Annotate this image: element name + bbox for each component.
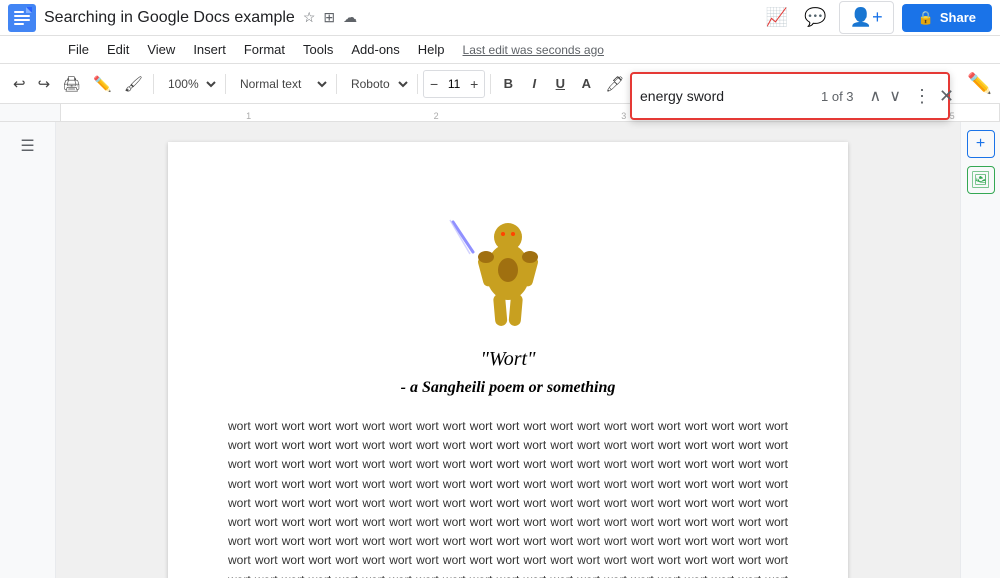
paragraph-style-select[interactable]: Normal text Heading 1 (231, 70, 331, 98)
share-button[interactable]: 🔒 Share (902, 4, 992, 32)
content-area: ☰ (0, 122, 1000, 578)
document-wrapper[interactable]: "Wort" - a Sangheili poem or something w… (56, 122, 960, 578)
toolbar-divider-3 (336, 74, 337, 94)
menu-tools[interactable]: Tools (295, 40, 341, 59)
toolbar: ↩ ↪ 🖨 ✏️ 🖌 100% 75% 150% Normal text Hea… (0, 64, 1000, 104)
decrease-font-size-button[interactable]: − (428, 76, 440, 92)
paint-format-button[interactable]: 🖌 (119, 71, 148, 97)
undo-button[interactable]: ↩ (8, 71, 31, 97)
star-icon[interactable]: ☆ (303, 9, 316, 26)
add-people-icon: 👤+ (850, 7, 883, 28)
menu-help[interactable]: Help (410, 40, 453, 59)
search-result-count: 1 of 3 (821, 89, 854, 104)
title-bar: Searching in Google Docs example ☆ ⊞ ☁ 📈… (0, 0, 1000, 36)
menu-insert[interactable]: Insert (185, 40, 234, 59)
header-right-actions: 📈 💬 👤+ 🔒 Share (762, 1, 992, 34)
print-button[interactable]: 🖨 (57, 71, 86, 97)
outline-sidebar-button[interactable]: ☰ (12, 130, 44, 162)
share-label: Share (940, 10, 976, 25)
comments-button[interactable]: 💬 (800, 3, 830, 32)
move-to-folder-icon[interactable]: ⊞ (323, 9, 335, 26)
font-size-control: − + (423, 70, 485, 98)
add-comment-icon: + (976, 135, 985, 153)
toolbar-divider-4 (417, 74, 418, 94)
cloud-save-icon[interactable]: ☁ (343, 9, 357, 26)
document-body[interactable]: wort wort wort wort wort wort wort wort … (228, 417, 788, 578)
add-comment-button[interactable]: + (967, 130, 995, 158)
menu-format[interactable]: Format (236, 40, 293, 59)
search-next-button[interactable]: ∨ (885, 84, 905, 108)
redo-button[interactable]: ↪ (33, 71, 56, 97)
title-action-icons: ☆ ⊞ ☁ (303, 9, 357, 26)
bold-button[interactable]: B (496, 70, 520, 98)
editing-mode-button[interactable]: ✏️ (967, 71, 992, 96)
toolbar-divider-1 (153, 74, 154, 94)
menu-view[interactable]: View (139, 40, 183, 59)
toolbar-divider-2 (225, 74, 226, 94)
search-input[interactable] (640, 88, 821, 104)
search-close-button[interactable]: ✕ (935, 84, 958, 109)
zoom-select[interactable]: 100% 75% 150% (159, 70, 220, 98)
menu-edit[interactable]: Edit (99, 40, 137, 59)
document-title: Searching in Google Docs example (44, 9, 295, 27)
search-bar: 1 of 3 ∧ ∨ ⋮ ✕ (630, 72, 950, 120)
activity-dashboard-button[interactable]: 📈 (762, 3, 792, 32)
outline-icon: ☰ (20, 136, 34, 156)
search-more-options-button[interactable]: ⋮ (909, 84, 935, 109)
menu-file[interactable]: File (60, 40, 97, 59)
right-sidebar: + 🖼 (960, 122, 1000, 578)
lock-icon: 🔒 (918, 10, 934, 26)
document-page: "Wort" - a Sangheili poem or something w… (168, 142, 848, 578)
font-size-input[interactable] (440, 77, 468, 91)
menu-bar: File Edit View Insert Format Tools Add-o… (0, 36, 1000, 64)
document-heading: "Wort" (228, 348, 788, 371)
add-image-icon: 🖼 (970, 170, 990, 190)
add-image-button[interactable]: 🖼 (967, 166, 995, 194)
search-prev-button[interactable]: ∧ (866, 84, 886, 108)
body-text-before: wort wort wort wort wort wort wort wort … (228, 419, 788, 578)
italic-button[interactable]: I (522, 70, 546, 98)
last-edit-status[interactable]: Last edit was seconds ago (463, 43, 604, 57)
font-family-select[interactable]: Roboto Arial (342, 70, 412, 98)
highlight-button[interactable]: 🖊 (600, 71, 629, 97)
spell-check-button[interactable]: ✏️ (88, 71, 117, 97)
docs-logo-icon (8, 4, 36, 32)
document-subheading: - a Sangheili poem or something (228, 379, 788, 397)
warrior-illustration (448, 182, 568, 332)
add-people-button[interactable]: 👤+ (839, 1, 894, 34)
document-image (228, 182, 788, 332)
menu-addons[interactable]: Add-ons (343, 40, 407, 59)
underline-button[interactable]: U (548, 70, 572, 98)
toolbar-divider-5 (490, 74, 491, 94)
left-sidebar: ☰ (0, 122, 56, 578)
text-color-button[interactable]: A (574, 70, 598, 98)
increase-font-size-button[interactable]: + (468, 76, 480, 92)
